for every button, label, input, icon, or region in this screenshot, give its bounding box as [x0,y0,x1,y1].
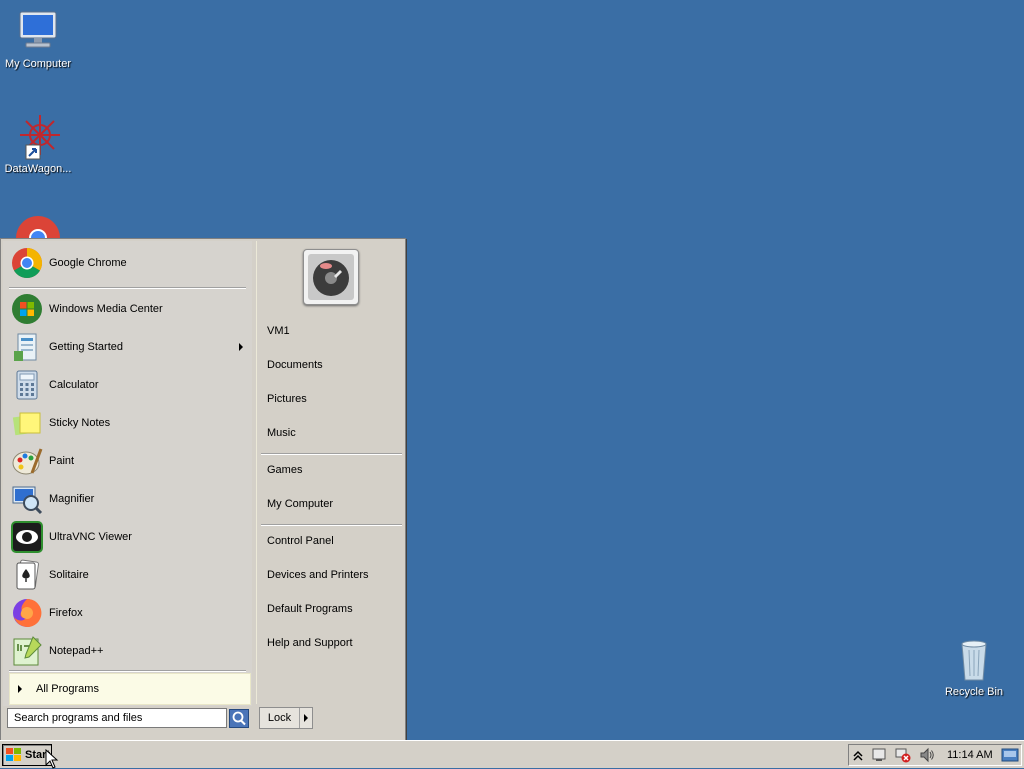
places-item-label: Default Programs [267,603,353,615]
desktop-icon-recycle-bin[interactable]: Recycle Bin [936,636,1012,698]
chrome-icon [11,247,43,279]
start-menu-item-google-chrome[interactable]: Google Chrome [7,245,249,281]
show-hidden-icons-icon[interactable] [853,749,863,761]
user-picture-icon [308,254,354,300]
desktop-icon-my-computer[interactable]: My Computer [0,8,76,70]
start-menu-item-label: Firefox [49,607,83,619]
places-item-label: Games [267,464,303,476]
start-menu-item-notepad-plus-plus[interactable]: Notepad++ [7,633,249,669]
places-item-label: Pictures [267,393,307,405]
start-menu-item-label: UltraVNC Viewer [49,531,132,543]
start-menu-item-magnifier[interactable]: Magnifier [7,481,249,517]
all-programs-label: All Programs [36,683,99,695]
start-menu-item-getting-started[interactable]: Getting Started [7,329,249,365]
places-item-label: Music [267,427,296,439]
places-item-pictures[interactable]: Pictures [267,389,397,409]
chrome-icon [14,214,62,238]
action-center-icon[interactable] [871,747,887,763]
start-menu-item-label: Calculator [49,379,99,391]
desktop-icon-label: DataWagon... [4,163,72,175]
desktop-icon-datawagon[interactable]: DataWagon... [0,113,76,175]
paint-icon [11,445,43,477]
start-menu-item-label: Google Chrome [49,257,127,269]
start-menu-item-label: Sticky Notes [49,417,111,429]
start-menu-item-paint[interactable]: Paint [7,443,249,479]
places-item-label: Devices and Printers [267,569,369,581]
expand-arrow-icon [18,685,22,693]
start-search-input[interactable]: Search programs and files [7,708,227,728]
lock-label: Lock [260,708,300,728]
lock-button[interactable]: Lock [259,707,313,729]
all-programs-button[interactable]: All Programs [9,673,251,705]
volume-icon[interactable] [919,747,935,763]
places-separator [261,524,402,526]
start-menu-places-pane: VM1 Documents Pictures Music Games My Co… [256,241,404,704]
start-menu-item-label: Paint [49,455,75,467]
taskbar: Start 11:14 AM [0,740,1024,769]
start-menu-item-firefox[interactable]: Firefox [7,595,249,631]
network-disconnected-icon[interactable] [895,747,911,763]
submenu-arrow-icon [239,343,243,351]
places-item-label: Control Panel [267,535,334,547]
start-menu-item-label: Windows Media Center [49,303,163,315]
windows-media-center-icon [11,293,43,325]
ultravnc-viewer-icon [11,521,43,553]
start-menu-item-sticky-notes[interactable]: Sticky Notes [7,405,249,441]
shutdown-options-button[interactable] [300,708,312,728]
places-item-label: Help and Support [267,637,353,649]
computer-icon [14,8,62,56]
places-item-control-panel[interactable]: Control Panel [267,531,397,551]
magnifier-icon [11,483,43,515]
desktop-icon-label: My Computer [4,58,72,70]
user-account-picture[interactable] [303,249,359,305]
start-menu-item-label: Notepad++ [49,645,104,657]
start-menu-item-solitaire[interactable]: Solitaire [7,557,249,593]
places-item-label: My Computer [267,498,334,510]
places-separator [261,453,402,455]
system-tray: 11:14 AM [848,744,1022,766]
places-item-music[interactable]: Music [267,423,397,443]
getting-started-icon [11,331,43,363]
show-desktop-icon[interactable] [1001,748,1019,762]
recycle-bin-icon [950,636,998,684]
places-item-vm1[interactable]: VM1 [267,321,397,341]
calculator-icon [11,369,43,401]
places-item-documents[interactable]: Documents [267,355,397,375]
notepad-plus-plus-icon [11,635,43,667]
sticky-notes-icon [11,407,43,439]
solitaire-icon [11,559,43,591]
start-menu-item-label: Magnifier [49,493,95,505]
windows-logo-icon [6,748,21,761]
start-search-placeholder: Search programs and files [14,712,143,724]
places-item-devices-and-printers[interactable]: Devices and Printers [267,565,397,585]
desktop-icon-label: Recycle Bin [944,686,1004,698]
places-item-games[interactable]: Games [267,460,397,480]
chevron-right-icon [304,714,308,722]
all-programs-separator [9,670,246,672]
places-item-help-and-support[interactable]: Help and Support [267,633,397,653]
datawagon-shortcut-icon [14,113,62,161]
start-menu-item-calculator[interactable]: Calculator [7,367,249,403]
start-menu-item-label: Solitaire [49,569,89,581]
search-button[interactable] [229,709,249,728]
mouse-cursor-icon [45,749,59,769]
start-menu-item-ultravnc-viewer[interactable]: UltraVNC Viewer [7,519,249,555]
places-item-default-programs[interactable]: Default Programs [267,599,397,619]
clock[interactable]: 11:14 AM [947,749,993,761]
places-item-label: Documents [267,359,323,371]
desktop-icon-chrome-partial[interactable] [0,214,76,238]
start-menu-item-label: Getting Started [49,341,123,353]
firefox-icon [11,597,43,629]
start-menu-programs-pane: Google Chrome Windows Media Center Getti… [3,241,252,706]
places-item-my-computer[interactable]: My Computer [267,494,397,514]
search-icon [232,711,246,726]
start-menu-item-windows-media-center[interactable]: Windows Media Center [7,291,249,327]
places-item-label: VM1 [267,325,290,337]
pinned-separator [9,287,246,289]
start-menu: Google Chrome Windows Media Center Getti… [0,238,406,742]
